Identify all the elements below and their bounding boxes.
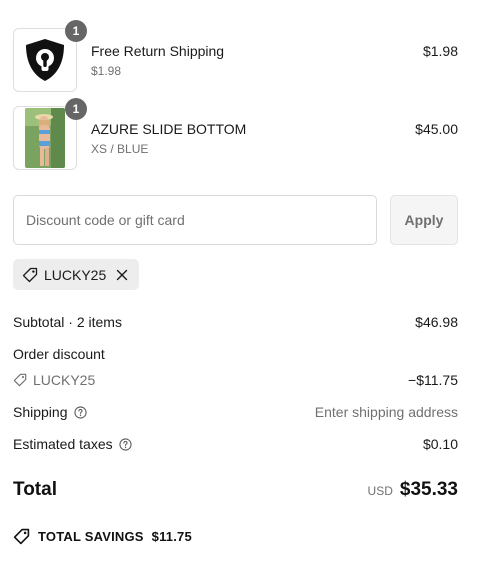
line-item-subtitle: $1.98: [91, 64, 122, 78]
help-icon[interactable]: [73, 405, 87, 419]
line-item-price: $45.00: [415, 121, 458, 137]
subtotal-label: Subtotal · 2 items: [13, 314, 122, 330]
applied-discount-tag: LUCKY25: [13, 259, 139, 290]
taxes-label: Estimated taxes: [13, 436, 113, 452]
order-discount-label: Order discount: [13, 346, 105, 362]
total-row: Total USD $35.33: [13, 476, 458, 504]
discount-amount: −$11.75: [408, 372, 458, 388]
taxes-value: $0.10: [422, 436, 458, 452]
discount-code-row: LUCKY25 −$11.75: [13, 370, 458, 390]
help-icon[interactable]: [119, 437, 132, 451]
line-item-price: $1.98: [422, 43, 458, 59]
shipping-label: Shipping: [13, 404, 68, 420]
quantity-badge: 1: [65, 98, 87, 120]
product-photo: [25, 108, 65, 168]
shipping-row: Shipping Enter shipping address: [13, 402, 458, 422]
product-thumbnail: 1: [13, 20, 87, 92]
total-amount: $35.33: [399, 479, 458, 500]
discount-form: Apply: [13, 195, 458, 245]
subtotal-value: $46.98: [415, 314, 458, 330]
tag-icon: [22, 267, 38, 283]
savings-label: TOTAL SAVINGS: [38, 528, 144, 544]
shipping-value: Enter shipping address: [314, 404, 458, 420]
line-item-name: Free Return Shipping: [91, 43, 225, 59]
taxes-row: Estimated taxes $0.10: [13, 434, 458, 454]
tag-icon: [13, 528, 30, 545]
order-discount-row: Order discount: [13, 344, 458, 364]
total-label: Total: [13, 479, 57, 500]
apply-button[interactable]: Apply: [390, 195, 458, 245]
tag-icon: [13, 373, 27, 387]
line-item-name: AZURE SLIDE BOTTOM: [91, 121, 247, 137]
quantity-badge: 1: [65, 20, 87, 42]
line-item-free-return-shipping: 1 Free Return Shipping $1.98 $1.98: [13, 20, 458, 92]
savings-value: $11.75: [151, 528, 192, 544]
applied-discount-code: LUCKY25: [44, 266, 107, 283]
remove-discount-button[interactable]: [116, 269, 128, 281]
total-savings: TOTAL SAVINGS $11.75: [13, 526, 192, 546]
line-item-variant: XS / BLUE: [91, 142, 149, 156]
subtotal-row: Subtotal · 2 items $46.98: [13, 312, 458, 332]
product-thumbnail: 1: [13, 98, 87, 170]
discount-code-label: LUCKY25: [33, 372, 96, 388]
close-icon: [116, 269, 128, 281]
shield-lock-icon: [21, 36, 69, 84]
currency-code: USD: [367, 484, 393, 498]
line-item-azure-slide-bottom: 1 AZURE SLIDE BOTTOM XS / BLUE $45.00: [13, 98, 458, 170]
discount-code-input[interactable]: [13, 195, 377, 245]
